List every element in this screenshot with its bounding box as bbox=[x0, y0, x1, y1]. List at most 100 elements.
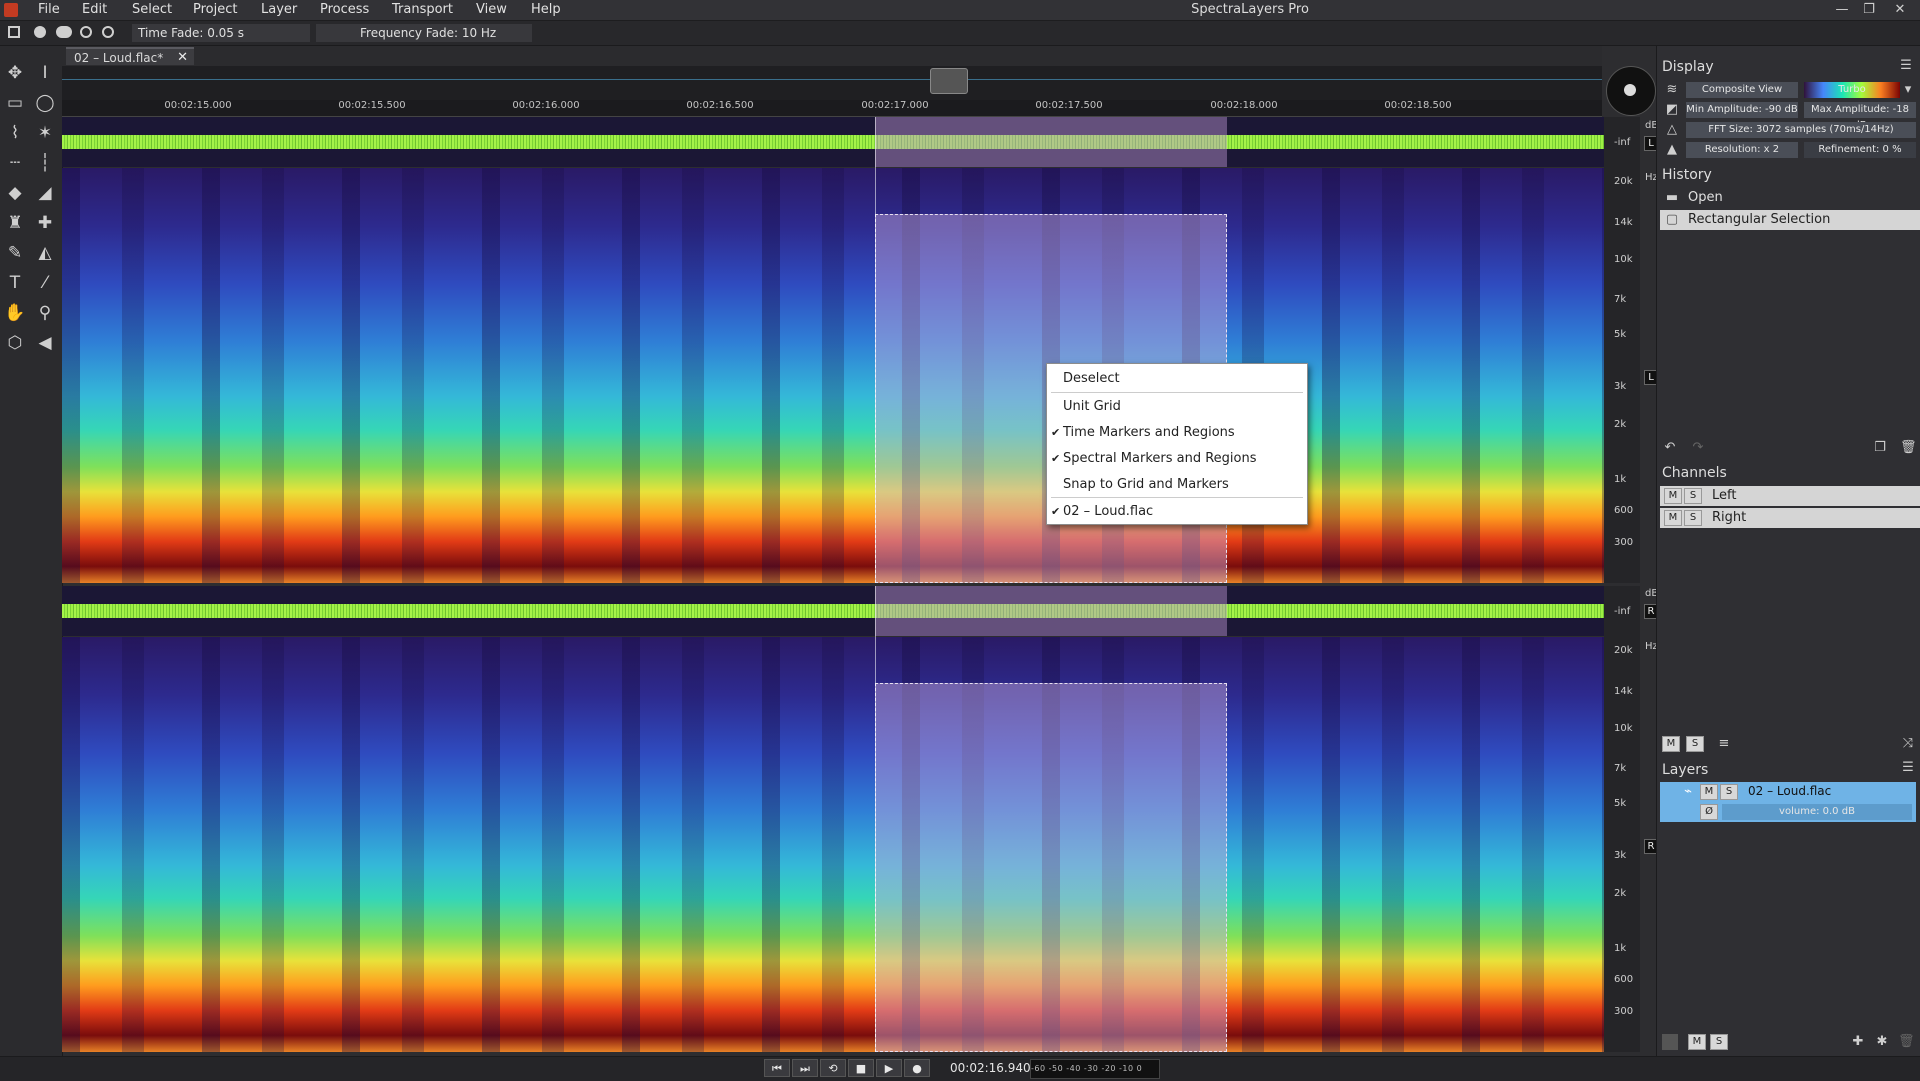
move-tool-icon[interactable]: ✥ bbox=[2, 60, 28, 86]
hand-tool-icon[interactable]: ✋ bbox=[2, 300, 28, 326]
add-layer-icon[interactable]: ✚ bbox=[1850, 1034, 1866, 1050]
fft-size-slider[interactable]: FFT Size: 3072 samples (70ms/14Hz) bbox=[1686, 122, 1916, 138]
solo-all-button[interactable]: S bbox=[1686, 736, 1704, 752]
fill-icon[interactable]: ◭ bbox=[32, 240, 58, 266]
lasso-tool-icon[interactable]: ◯ bbox=[32, 90, 58, 116]
menu-process[interactable]: Process bbox=[320, 2, 369, 17]
amplitude-eraser-icon[interactable]: ◢ bbox=[32, 180, 58, 206]
heal-icon[interactable]: ✚ bbox=[32, 210, 58, 236]
trash-icon[interactable]: 🗑 bbox=[1900, 440, 1917, 456]
play-button[interactable]: ▶ bbox=[876, 1059, 902, 1077]
delete-layer-icon[interactable]: 🗑 bbox=[1898, 1034, 1915, 1050]
new-layer-icon[interactable]: ✱ bbox=[1874, 1034, 1890, 1050]
resolution-slider[interactable]: Resolution: x 2 bbox=[1686, 142, 1798, 158]
time-select-tool-icon[interactable]: I bbox=[32, 60, 58, 86]
skip-start-button[interactable]: ⏮ bbox=[764, 1059, 790, 1077]
time-ruler[interactable] bbox=[62, 100, 1602, 117]
vertical-line-icon[interactable]: ┆ bbox=[32, 150, 58, 176]
overview-bar[interactable] bbox=[62, 66, 1602, 100]
panel-menu-icon[interactable]: ☰ bbox=[1898, 58, 1914, 74]
channel-row-right[interactable]: M S Right bbox=[1660, 508, 1920, 528]
layers-view-icon[interactable]: ≋ bbox=[1664, 82, 1680, 98]
ctx-deselect[interactable]: Deselect bbox=[1047, 367, 1307, 391]
zoom-handle[interactable] bbox=[930, 68, 968, 94]
menu-transport[interactable]: Transport bbox=[392, 2, 453, 17]
eraser-icon[interactable]: ◆ bbox=[2, 180, 28, 206]
loop-button[interactable]: ⟲ bbox=[820, 1059, 846, 1077]
selection-wave-right[interactable] bbox=[875, 586, 1227, 636]
solo-button[interactable]: S bbox=[1684, 510, 1702, 526]
minimize-button[interactable]: — bbox=[1832, 2, 1852, 18]
history-item-rect-selection[interactable]: ▢ Rectangular Selection bbox=[1660, 210, 1920, 230]
frequency-fade-field[interactable]: Frequency Fade: 10 Hz bbox=[316, 24, 532, 42]
layer-volume-slider[interactable]: volume: 0.0 dB bbox=[1722, 804, 1912, 820]
menu-help[interactable]: Help bbox=[531, 2, 561, 17]
fade-mode-4-icon[interactable] bbox=[102, 26, 114, 38]
tab-document[interactable]: 02 – Loud.flac* ✕ bbox=[66, 47, 194, 65]
duplicate-icon[interactable]: ❐ bbox=[1872, 440, 1888, 456]
magic-wand-icon[interactable]: ✶ bbox=[32, 120, 58, 146]
waveform-right[interactable] bbox=[62, 586, 1604, 636]
time-fade-field[interactable]: Time Fade: 0.05 s bbox=[132, 24, 310, 42]
restore-button[interactable]: ❐ bbox=[1859, 2, 1879, 18]
close-button[interactable]: ✕ bbox=[1890, 2, 1910, 18]
max-amplitude-slider[interactable]: Max Amplitude: -18 dB bbox=[1804, 102, 1916, 131]
zoom-tool-icon[interactable]: ⚲ bbox=[32, 300, 58, 326]
min-amplitude-slider[interactable]: Min Amplitude: -90 dB bbox=[1686, 102, 1798, 118]
ctx-unit-grid[interactable]: Unit Grid bbox=[1047, 395, 1307, 419]
menu-project[interactable]: Project bbox=[193, 2, 237, 17]
speaker-icon[interactable]: ◀ bbox=[32, 330, 58, 356]
fade-mode-3-icon[interactable] bbox=[80, 26, 92, 38]
fade-mode-1-icon[interactable] bbox=[34, 26, 46, 38]
ctx-snap[interactable]: Snap to Grid and Markers bbox=[1047, 473, 1307, 497]
mute-all-button[interactable]: M bbox=[1662, 736, 1680, 752]
history-item-open[interactable]: ▬ Open bbox=[1660, 188, 1920, 208]
brush-select-icon[interactable]: ⌇ bbox=[2, 120, 28, 146]
record-button[interactable]: ● bbox=[904, 1059, 930, 1077]
layer-name[interactable]: 02 – Loud.flac bbox=[1748, 784, 1831, 798]
chevron-down-icon[interactable]: ▾ bbox=[1900, 82, 1916, 98]
layer-row[interactable]: ⌁ M S 02 – Loud.flac Ø volume: 0.0 dB bbox=[1660, 782, 1916, 822]
rectangle-select-icon[interactable]: ▭ bbox=[2, 90, 28, 116]
selection-rect-right[interactable] bbox=[875, 683, 1227, 1052]
ctx-spectral-markers[interactable]: ✔ Spectral Markers and Regions bbox=[1047, 447, 1307, 471]
phase-invert-icon[interactable]: Ø bbox=[1700, 804, 1718, 820]
ctx-time-markers[interactable]: ✔ Time Markers and Regions bbox=[1047, 421, 1307, 445]
text-tool-icon[interactable]: T bbox=[2, 270, 28, 296]
solo-button[interactable]: S bbox=[1684, 488, 1702, 504]
3d-view-icon[interactable]: ⬡ bbox=[2, 330, 28, 356]
spectrogram-right[interactable] bbox=[62, 637, 1604, 1052]
mute-button[interactable]: M bbox=[1664, 510, 1682, 526]
split-icon[interactable]: ⤨ bbox=[1900, 736, 1916, 752]
menu-select[interactable]: Select bbox=[132, 2, 172, 17]
redo-icon[interactable]: ↷ bbox=[1690, 440, 1706, 456]
selection-wave-left[interactable] bbox=[875, 117, 1227, 167]
tab-close-icon[interactable]: ✕ bbox=[177, 49, 188, 67]
fade-mode-2-icon[interactable] bbox=[56, 26, 72, 38]
mute-button[interactable]: M bbox=[1664, 488, 1682, 504]
spectrogram-left[interactable] bbox=[62, 168, 1604, 583]
mute-button[interactable]: M bbox=[1700, 784, 1718, 800]
solo-all-layers-button[interactable]: S bbox=[1710, 1034, 1728, 1050]
pencil-icon[interactable]: ✎ bbox=[2, 240, 28, 266]
stop-button[interactable]: ■ bbox=[848, 1059, 874, 1077]
layer-square-icon[interactable] bbox=[1662, 1034, 1678, 1050]
line-tool-icon[interactable]: ┄ bbox=[2, 150, 28, 176]
waveform-left[interactable] bbox=[62, 117, 1604, 167]
undo-icon[interactable]: ↶ bbox=[1662, 440, 1678, 456]
menu-file[interactable]: File bbox=[38, 2, 60, 17]
menu-view[interactable]: View bbox=[476, 2, 507, 17]
menu-edit[interactable]: Edit bbox=[82, 2, 107, 17]
menu-layer[interactable]: Layer bbox=[261, 2, 297, 17]
channel-list-icon[interactable]: ≡ bbox=[1716, 736, 1732, 752]
ctx-layer-file[interactable]: ✔ 02 – Loud.flac bbox=[1047, 500, 1307, 524]
refinement-slider[interactable]: Refinement: 0 % bbox=[1804, 142, 1916, 158]
square-toggle-icon[interactable] bbox=[8, 26, 20, 38]
channel-row-left[interactable]: M S Left bbox=[1660, 486, 1920, 506]
colormap-select[interactable]: Turbo bbox=[1804, 82, 1900, 98]
mute-all-layers-button[interactable]: M bbox=[1688, 1034, 1706, 1050]
skip-end-button[interactable]: ⏭ bbox=[792, 1059, 818, 1077]
clone-stamp-icon[interactable]: ♜ bbox=[2, 210, 28, 236]
panel-menu-icon[interactable]: ☰ bbox=[1900, 760, 1916, 776]
view-mode-select[interactable]: Composite View bbox=[1686, 82, 1798, 98]
